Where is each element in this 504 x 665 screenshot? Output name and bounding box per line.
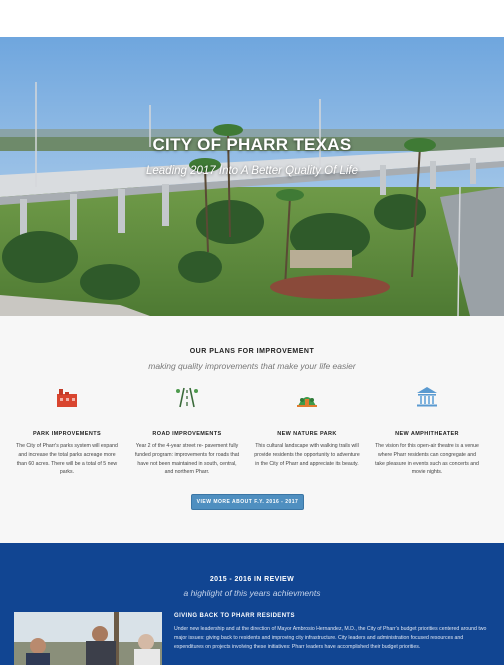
- amphitheater-icon: [417, 387, 437, 407]
- review-title: 2015 - 2016 IN REVIEW: [209, 576, 295, 583]
- plans-subtitle: making quality improvements that make yo…: [148, 361, 356, 371]
- review-heading: GIVING BACK TO PHARR RESIDENTS: [174, 613, 295, 619]
- review-body: Under new leadership and at the directio…: [174, 626, 487, 650]
- factory-icon: [57, 389, 77, 407]
- plan-new-nature-park: NEW NATURE PARK This cultural landscape …: [254, 384, 360, 468]
- plans-section: OUR PLANS FOR IMPROVEMENT making quality…: [0, 316, 504, 543]
- hero-banner: CITY OF PHARR TEXAS Leading 2017 Into A …: [0, 37, 504, 316]
- view-more-button[interactable]: VIEW MORE ABOUT F.Y. 2016 - 2017: [191, 494, 304, 510]
- plan-heading: NEW AMPHITHEATER: [395, 431, 459, 437]
- plan-heading: NEW NATURE PARK: [277, 431, 337, 437]
- plan-heading: ROAD IMPROVEMENTS: [152, 431, 222, 437]
- plan-text: Year 2 of the 4-year street re- pavement…: [134, 443, 240, 476]
- plan-park-improvements: PARK IMPROVEMENTS The City of Pharr's pa…: [14, 384, 120, 477]
- plans-title: OUR PLANS FOR IMPROVEMENT: [189, 348, 315, 355]
- plan-text: The vision for this open-air theatre is …: [375, 443, 479, 476]
- plan-text: This cultural landscape with walking tra…: [254, 443, 360, 467]
- plan-text: The City of Pharr's parks system will ex…: [16, 443, 118, 476]
- review-photo: [14, 612, 162, 665]
- review-section: 2015 - 2016 IN REVIEW a highlight of thi…: [0, 543, 504, 665]
- plan-heading: PARK IMPROVEMENTS: [32, 431, 102, 437]
- hero-title: CITY OF PHARR TEXAS: [152, 135, 352, 154]
- plan-road-improvements: ROAD IMPROVEMENTS Year 2 of the 4-year s…: [134, 384, 240, 477]
- review-subtitle: a highlight of this years achievments: [183, 588, 321, 598]
- hero-subtitle: Leading 2017 Into A Better Quality Of Li…: [145, 165, 359, 177]
- park-icon: [297, 397, 317, 407]
- top-bar: [0, 0, 504, 37]
- plan-new-amphitheater: NEW AMPHITHEATER The vision for this ope…: [374, 384, 480, 477]
- road-icon: [176, 387, 198, 408]
